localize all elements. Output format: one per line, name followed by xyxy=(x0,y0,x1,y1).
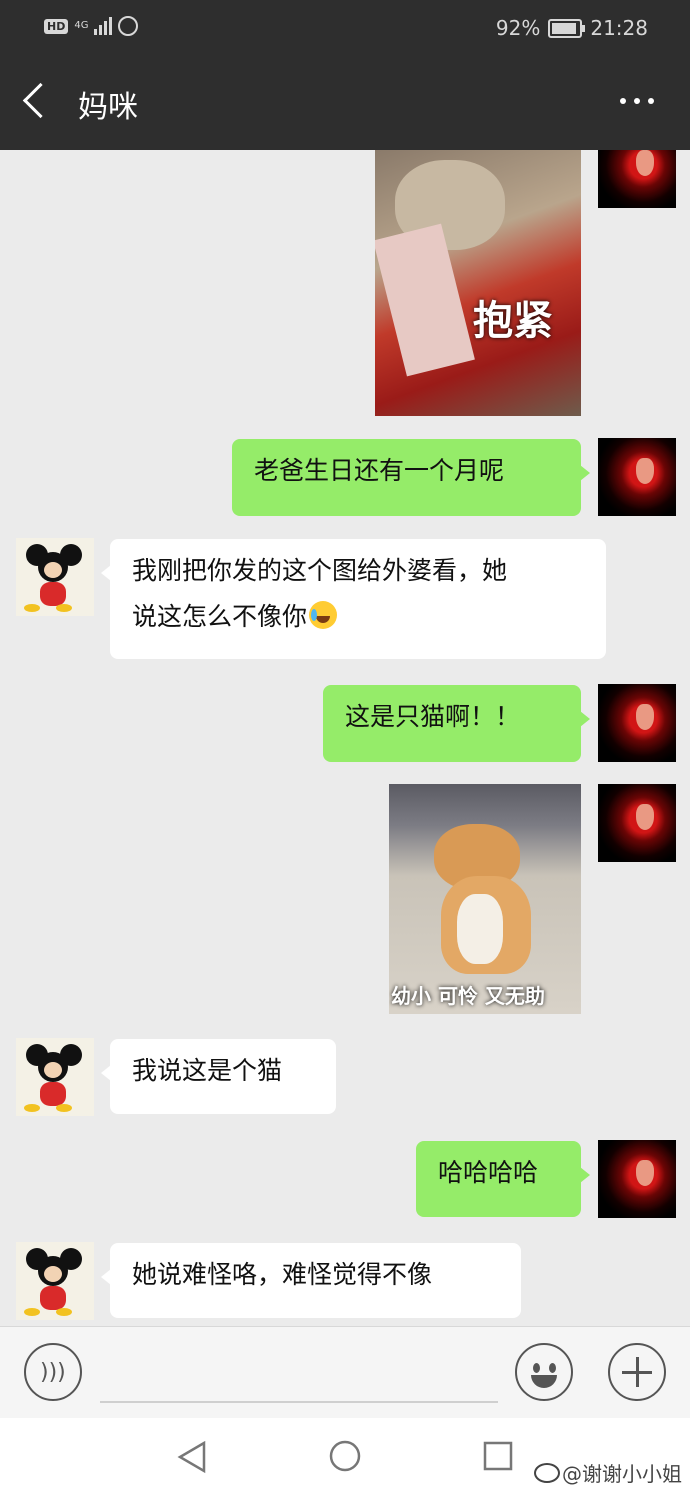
mom-avatar[interactable] xyxy=(16,538,94,616)
mickey-shoe xyxy=(56,604,72,612)
message-bubble-received[interactable]: 她说难怪咯，难怪觉得不像 xyxy=(101,1243,521,1318)
sticker-caption: 幼小 可怜 又无助 xyxy=(391,984,545,1008)
message-text-line: 说这怎么不像你 xyxy=(132,602,308,631)
chat-header: 妈咪 xyxy=(0,58,690,150)
weibo-watermark: @谢谢小小姐 xyxy=(534,1458,682,1487)
plus-icon[interactable] xyxy=(608,1343,666,1401)
chat-title: 妈咪 xyxy=(78,90,138,125)
message-bubble-sent[interactable]: 老爸生日还有一个月呢 xyxy=(232,439,590,516)
hd-badge: HD xyxy=(44,18,69,34)
mom-avatar[interactable] xyxy=(16,1038,94,1116)
message-bubble-sent[interactable]: 这是只猫啊！！ xyxy=(323,685,590,762)
emoji-mouth xyxy=(531,1375,557,1388)
emoji-eye xyxy=(549,1363,556,1373)
battery-icon xyxy=(548,18,586,38)
my-avatar[interactable] xyxy=(598,150,676,208)
sticker-caption: 抱紧 xyxy=(473,298,553,344)
mickey-body xyxy=(40,1082,66,1106)
my-avatar[interactable] xyxy=(598,1140,676,1218)
message-text: 老爸生日还有一个月呢 xyxy=(254,456,505,485)
message-text: 她说难怪咯，难怪觉得不像 xyxy=(132,1260,433,1289)
mickey-body xyxy=(40,582,66,606)
mickey-face xyxy=(44,562,62,578)
mickey-face xyxy=(44,1266,62,1282)
mom-avatar[interactable] xyxy=(16,1242,94,1320)
mickey-shoe xyxy=(24,1104,40,1112)
back-icon[interactable] xyxy=(22,82,59,119)
message-text: 哈哈哈哈 xyxy=(438,1158,539,1187)
more-icon[interactable] xyxy=(620,98,654,104)
mickey-shoe xyxy=(24,1308,40,1316)
chat-area[interactable]: 抱紧 老爸生日还有一个月呢 我刚把你发的这个图给外婆看，她 说这怎么不像你 这是… xyxy=(0,150,690,1326)
alarm-icon xyxy=(118,16,139,36)
message-bubble-sent[interactable]: 哈哈哈哈 xyxy=(416,1141,590,1217)
emoji-eye xyxy=(533,1363,540,1373)
cat-chest xyxy=(457,894,503,964)
signal-icon xyxy=(94,17,113,35)
clock: 21:28 xyxy=(590,16,648,40)
nav-home-icon[interactable] xyxy=(328,1439,362,1473)
status-bar: HD 4G 92% 21:28 xyxy=(0,0,690,58)
message-text-line: 我刚把你发的这个图给外婆看，她 xyxy=(132,556,508,585)
my-avatar[interactable] xyxy=(598,784,676,862)
sticker-cat-helpless[interactable]: 幼小 可怜 又无助 xyxy=(389,784,581,1014)
battery-percent: 92% xyxy=(495,16,541,40)
mickey-shoe xyxy=(56,1308,72,1316)
voice-icon[interactable]: ))) xyxy=(24,1343,82,1401)
mickey-shoe xyxy=(24,604,40,612)
system-nav-bar: @谢谢小小姐 xyxy=(0,1418,690,1495)
message-bubble-received[interactable]: 我说这是个猫 xyxy=(101,1039,336,1114)
input-bar: ))) xyxy=(0,1326,690,1419)
message-text: 这是只猫啊！！ xyxy=(345,702,521,731)
message-text: 我说这是个猫 xyxy=(132,1056,283,1085)
emoji-icon[interactable] xyxy=(515,1343,573,1401)
mickey-shoe xyxy=(56,1104,72,1112)
sticker-cat-hug[interactable]: 抱紧 xyxy=(375,150,581,416)
my-avatar[interactable] xyxy=(598,684,676,762)
my-avatar[interactable] xyxy=(598,438,676,516)
battery-level xyxy=(552,22,577,34)
network-type: 4G xyxy=(74,20,89,31)
watermark-text: @谢谢小小姐 xyxy=(562,1462,682,1486)
mickey-face xyxy=(44,1062,62,1078)
weibo-logo-icon xyxy=(534,1463,560,1483)
nav-back-icon[interactable] xyxy=(176,1440,208,1478)
message-input[interactable] xyxy=(100,1401,498,1403)
nav-recent-icon[interactable] xyxy=(483,1441,513,1471)
crying-laughing-emoji-icon xyxy=(309,601,338,629)
mickey-body xyxy=(40,1286,66,1310)
message-bubble-received[interactable]: 我刚把你发的这个图给外婆看，她 说这怎么不像你 xyxy=(101,539,606,659)
